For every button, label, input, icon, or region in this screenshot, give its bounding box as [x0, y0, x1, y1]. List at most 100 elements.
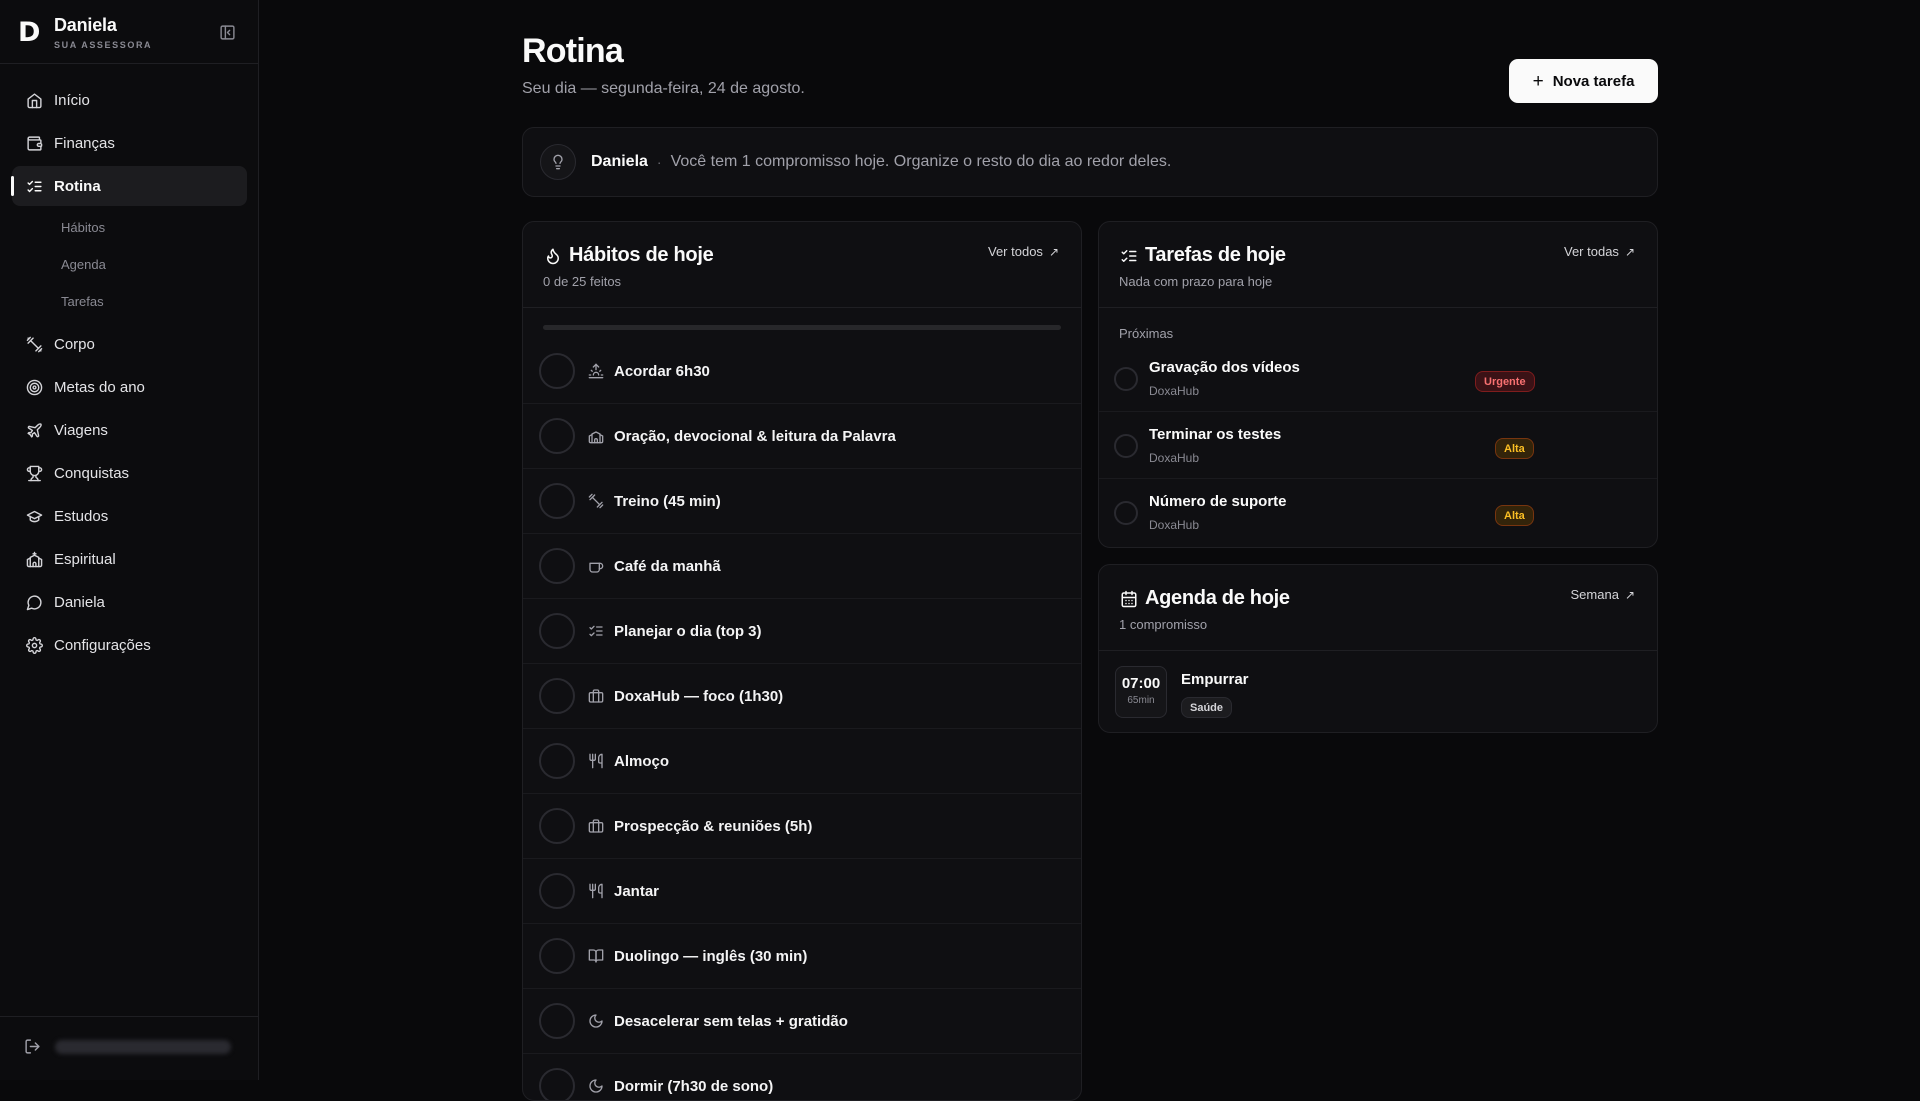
task-row[interactable]: Número de suporte DoxaHub Alta: [1099, 479, 1657, 546]
tasks-see-all-link[interactable]: Ver todas ↗: [1564, 244, 1635, 259]
habit-checkbox[interactable]: [539, 353, 575, 389]
habit-checkbox[interactable]: [539, 678, 575, 714]
sidebar: D Daniela SUA ASSESSORA Início Finanças …: [0, 0, 259, 1080]
flame-icon: [543, 246, 563, 266]
habit-row[interactable]: Oração, devocional & leitura da Palavra: [523, 404, 1081, 469]
task-project: DoxaHub: [1149, 384, 1200, 398]
habit-label: Oração, devocional & leitura da Palavra: [614, 427, 896, 445]
sidebar-item-viagens[interactable]: Viagens: [12, 410, 247, 450]
habits-subtitle: 0 de 25 feitos: [543, 274, 622, 289]
agenda-event[interactable]: 07:00 65min Empurrar Saúde: [1099, 651, 1657, 732]
habit-checkbox[interactable]: [539, 483, 575, 519]
habit-label: Café da manhã: [614, 557, 721, 575]
sidebar-item-inicio[interactable]: Início: [12, 80, 247, 120]
priority-badge: Alta: [1495, 438, 1534, 459]
trophy-icon: [25, 464, 43, 482]
habit-checkbox[interactable]: [539, 743, 575, 779]
agenda-week-link[interactable]: Semana ↗: [1571, 587, 1635, 602]
habit-checkbox[interactable]: [539, 613, 575, 649]
task-checkbox[interactable]: [1114, 367, 1138, 391]
log-out-icon: [25, 1039, 40, 1054]
habit-checkbox[interactable]: [539, 938, 575, 974]
habit-row[interactable]: Treino (45 min): [523, 469, 1081, 534]
tasks-subtitle: Nada com prazo para hoje: [1119, 274, 1273, 289]
habit-row[interactable]: DoxaHub — foco (1h30): [523, 664, 1081, 729]
habits-card: Hábitos de hoje 0 de 25 feitos Ver todos…: [522, 221, 1082, 1101]
sidebar-item-configuracoes[interactable]: Configurações: [12, 625, 247, 665]
sidebar-item-daniela[interactable]: Daniela: [12, 582, 247, 622]
habit-row[interactable]: Almoço: [523, 729, 1081, 794]
task-row[interactable]: Terminar os testes DoxaHub Alta: [1099, 412, 1657, 479]
sidebar-item-corpo[interactable]: Corpo: [12, 324, 247, 364]
habit-row[interactable]: Jantar: [523, 859, 1081, 924]
briefcase-icon: [587, 817, 605, 835]
sidebar-item-estudos[interactable]: Estudos: [12, 496, 247, 536]
home-icon: [25, 91, 43, 109]
sidebar-subitem-agenda[interactable]: Agenda: [12, 246, 247, 283]
habit-label: Planejar o dia (top 3): [614, 622, 762, 640]
habit-row[interactable]: Prospecção & reuniões (5h): [523, 794, 1081, 859]
sidebar-item-financas[interactable]: Finanças: [12, 123, 247, 163]
gear-icon: [25, 636, 43, 654]
book-icon: [587, 947, 605, 965]
habit-label: DoxaHub — foco (1h30): [614, 687, 784, 705]
event-title: Empurrar: [1181, 671, 1249, 688]
sidebar-item-label: Viagens: [54, 421, 108, 439]
task-name: Número de suporte: [1149, 493, 1287, 510]
sidebar-subitem-habitos[interactable]: Hábitos: [12, 209, 247, 246]
habit-label: Almoço: [614, 752, 670, 770]
habit-label: Duolingo — inglês (30 min): [614, 947, 808, 965]
sidebar-item-label: Rotina: [54, 177, 101, 195]
habit-row[interactable]: Duolingo — inglês (30 min): [523, 924, 1081, 989]
sidebar-subitem-tarefas[interactable]: Tarefas: [12, 283, 247, 320]
priority-badge: Urgente: [1475, 371, 1535, 392]
sidebar-item-metas[interactable]: Metas do ano: [12, 367, 247, 407]
brand[interactable]: D Daniela SUA ASSESSORA: [18, 14, 152, 50]
sidebar-item-label: Configurações: [54, 636, 151, 654]
utensils-icon: [587, 752, 605, 770]
task-checkbox[interactable]: [1114, 501, 1138, 525]
habit-row[interactable]: Café da manhã: [523, 534, 1081, 599]
habit-row[interactable]: Desacelerar sem telas + gratidão: [523, 989, 1081, 1054]
sidebar-item-espiritual[interactable]: Espiritual: [12, 539, 247, 579]
habits-see-all-link[interactable]: Ver todos ↗: [988, 244, 1059, 259]
arrow-up-right-icon: ↗: [1048, 244, 1059, 259]
task-checkbox[interactable]: [1114, 434, 1138, 458]
logout-button[interactable]: [24, 1038, 231, 1055]
sidebar-item-label: Metas do ano: [54, 378, 145, 396]
page-title: Rotina: [522, 32, 624, 70]
sidebar-item-label: Início: [54, 91, 90, 109]
event-duration: 65min: [1127, 695, 1155, 706]
new-task-button[interactable]: + Nova tarefa: [1509, 59, 1658, 103]
habit-checkbox[interactable]: [539, 418, 575, 454]
divider: [0, 1016, 259, 1017]
priority-badge: Alta: [1495, 505, 1534, 526]
task-row[interactable]: Gravação dos vídeos DoxaHub Urgente: [1099, 345, 1657, 412]
habit-checkbox[interactable]: [539, 808, 575, 844]
page-subtitle: Seu dia — segunda-feira, 24 de agosto.: [522, 80, 805, 97]
sidebar-item-conquistas[interactable]: Conquistas: [12, 453, 247, 493]
lightbulb-icon: [540, 144, 576, 180]
tasks-link-label: Ver todas: [1564, 244, 1619, 259]
arrow-up-right-icon: ↗: [1624, 587, 1635, 602]
habit-checkbox[interactable]: [539, 548, 575, 584]
habit-checkbox[interactable]: [539, 873, 575, 909]
habit-row[interactable]: Acordar 6h30: [523, 339, 1081, 404]
sidebar-item-label: Conquistas: [54, 464, 130, 482]
habit-label: Jantar: [614, 882, 660, 900]
habit-row[interactable]: Dormir (7h30 de sono): [523, 1054, 1081, 1100]
habit-checkbox[interactable]: [539, 1003, 575, 1039]
agenda-link-label: Semana: [1570, 587, 1619, 602]
wallet-icon: [25, 134, 43, 152]
moon-icon: [587, 1012, 605, 1030]
sidebar-item-rotina[interactable]: Rotina: [11, 166, 247, 206]
sidebar-item-label: Espiritual: [54, 550, 116, 568]
habit-row[interactable]: Planejar o dia (top 3): [523, 599, 1081, 664]
plus-icon: +: [1532, 70, 1544, 92]
user-email-redacted: [55, 1039, 231, 1054]
brand-name: Daniela: [54, 14, 117, 35]
sidebar-nav: Início Finanças Rotina Hábitos Agenda Ta…: [11, 80, 247, 668]
sidebar-collapse-button[interactable]: [217, 22, 237, 42]
sunrise-icon: [587, 362, 605, 380]
habit-checkbox[interactable]: [539, 1068, 575, 1100]
